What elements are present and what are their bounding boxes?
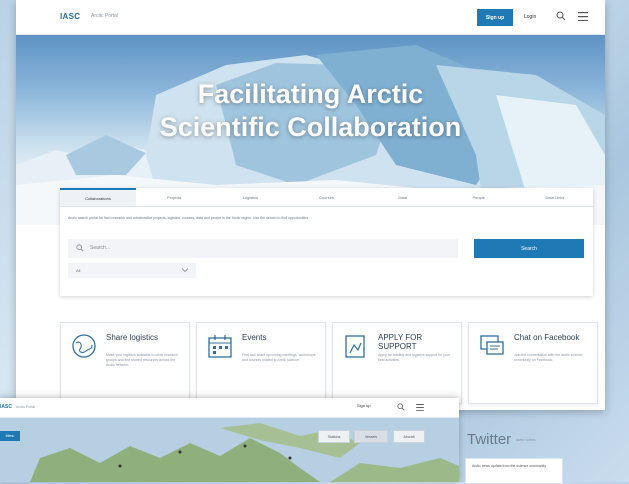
tweet-item[interactable]: Arctic news update from the science comm…: [465, 458, 563, 484]
overlay-signup-link[interactable]: Sign up: [357, 403, 371, 408]
search-icon[interactable]: [397, 403, 405, 411]
site-logo[interactable]: IASC: [60, 12, 80, 21]
login-link[interactable]: Login: [524, 14, 536, 20]
site-logo-subtitle: Arctic Portal: [91, 13, 118, 19]
chevron-down-icon: [182, 268, 188, 273]
overlay-menu-button[interactable]: Menu: [0, 431, 20, 441]
card-share-logistics[interactable]: Share logistics Make your logistics avai…: [60, 322, 190, 404]
map-filter-stations[interactable]: Stations: [318, 430, 350, 443]
signup-button[interactable]: Sign up: [477, 9, 513, 26]
search-panel: Collaborations Projects Logistics Course…: [60, 188, 593, 296]
menu-icon[interactable]: [416, 404, 424, 411]
feature-cards: Share logistics Make your logistics avai…: [60, 322, 598, 404]
category-select[interactable]: All: [68, 263, 196, 278]
tab-data[interactable]: Data: [365, 188, 441, 206]
twitter-title: Twitter: [467, 431, 512, 448]
map-terrain: [30, 423, 459, 482]
twitter-subtitle: latest tweets: [516, 438, 536, 442]
card-description: Apply for funding and logistics support …: [378, 353, 450, 362]
search-description: Arctic search portal for field research …: [68, 216, 310, 220]
overlay-navigation: IASC Arctic Portal Sign up: [0, 398, 459, 418]
tab-projects[interactable]: Projects: [136, 188, 212, 206]
search-button[interactable]: Search: [474, 239, 584, 258]
calendar-icon: [208, 335, 232, 358]
card-title: Share logistics: [106, 333, 159, 342]
card-apply-support[interactable]: APPLY FOR SUPPORT Apply for funding and …: [332, 322, 462, 404]
hero-title: Facilitating Arctic Scientific Collabora…: [159, 79, 462, 142]
tab-collaborations[interactable]: Collaborations: [60, 188, 137, 206]
browser-page: IASC Arctic Portal Sign up Login Facilit…: [16, 0, 605, 410]
tab-data-links[interactable]: Data Links: [517, 188, 593, 206]
tab-people[interactable]: People: [441, 188, 517, 206]
search-tabs: Collaborations Projects Logistics Course…: [60, 188, 593, 207]
card-description: Join the conversation with the Arctic sc…: [514, 353, 583, 362]
card-events[interactable]: Events Find and share upcoming meetings,…: [196, 322, 326, 404]
overlay-logo[interactable]: IASC: [0, 404, 12, 410]
card-title: Events: [242, 333, 267, 342]
card-title: Chat on Facebook: [514, 333, 580, 342]
globe-icon: [72, 334, 96, 358]
arctic-map[interactable]: Menu Stations Vessels Aircraft: [0, 418, 459, 482]
chat-icon: [480, 335, 504, 355]
search-placeholder: Search...: [90, 245, 111, 251]
map-page-overlay: IASC Arctic Portal Sign up Menu Stations…: [0, 398, 459, 482]
top-navigation: IASC Arctic Portal Sign up Login: [16, 0, 605, 35]
document-icon: [345, 335, 365, 358]
select-value: All: [76, 268, 81, 273]
search-icon[interactable]: [556, 11, 566, 21]
menu-icon[interactable]: [578, 12, 588, 21]
overlay-logo-subtitle: Arctic Portal: [16, 405, 35, 409]
twitter-widget: Twitter latest tweets Arctic news update…: [459, 410, 629, 484]
card-description: Find and share upcoming meetings, worksh…: [242, 353, 316, 362]
tab-logistics[interactable]: Logistics: [212, 188, 288, 206]
search-input[interactable]: Search...: [68, 239, 458, 258]
card-title: APPLY FOR SUPPORT: [378, 333, 423, 351]
tweet-text: Arctic news update from the science comm…: [472, 464, 547, 468]
tab-courses[interactable]: Courses: [288, 188, 364, 206]
map-filter-vessels[interactable]: Vessels: [354, 430, 388, 443]
card-description: Make your logistics available to other r…: [106, 353, 178, 367]
map-filter-aircraft[interactable]: Aircraft: [393, 430, 425, 443]
card-chat-facebook[interactable]: Chat on Facebook Join the conversation w…: [468, 322, 598, 404]
search-icon: [76, 244, 84, 252]
